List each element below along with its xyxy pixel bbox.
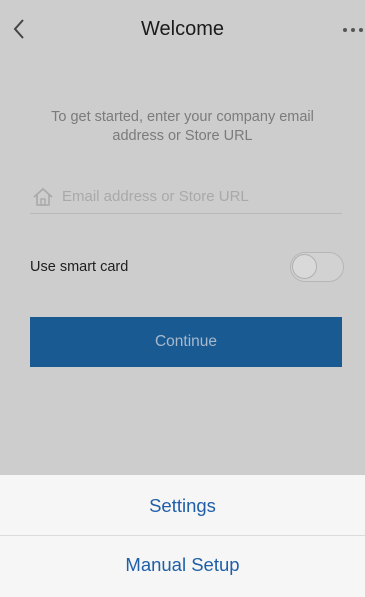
manual-setup-button[interactable]: Manual Setup (0, 536, 365, 594)
smart-card-row: Use smart card (30, 250, 344, 284)
settings-button[interactable]: Settings (0, 477, 365, 535)
continue-button[interactable]: Continue (30, 317, 342, 367)
more-horizontal-icon (343, 28, 347, 32)
action-sheet: Settings Manual Setup (0, 475, 365, 597)
welcome-screen: Welcome To get started, enter your compa… (0, 0, 365, 597)
more-dot (359, 28, 363, 32)
nav-bar: Welcome (0, 0, 365, 62)
page-title: Welcome (141, 18, 224, 40)
more-dot (351, 28, 355, 32)
toggle-knob (292, 254, 317, 279)
email-field[interactable]: Email address or Store URL (30, 180, 342, 214)
smart-card-toggle[interactable] (290, 252, 344, 282)
intro-text: To get started, enter your company email… (51, 109, 314, 144)
smart-card-label: Use smart card (30, 259, 129, 275)
home-icon (33, 187, 53, 206)
more-button[interactable] (331, 18, 365, 42)
email-field-placeholder: Email address or Store URL (62, 188, 249, 205)
